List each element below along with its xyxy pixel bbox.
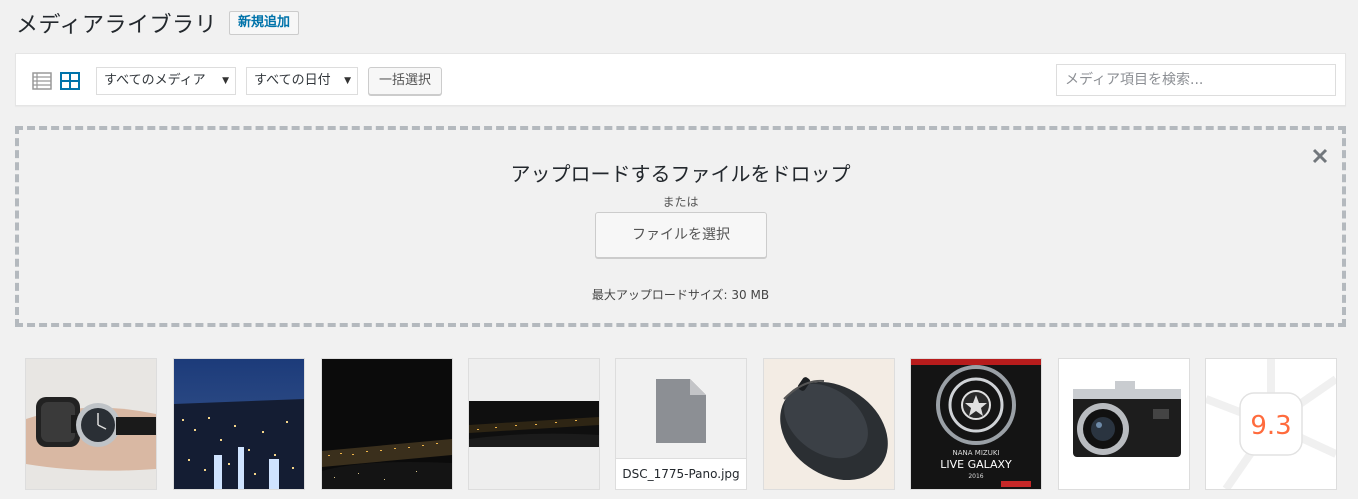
date-filter-value: すべての日付 [254, 73, 331, 88]
media-item-smartwatch[interactable] [25, 358, 157, 490]
drop-instructions: アップロードするファイルをドロップ [510, 162, 851, 186]
panorama-thumbnail [469, 359, 599, 489]
city-night-thumbnail [174, 359, 304, 489]
media-type-filter[interactable]: すべてのメディア ▼ [96, 67, 236, 95]
media-item-concert-poster[interactable]: NANA MIZUKI LIVE GALAXY 2016 [910, 358, 1042, 490]
grid-view-icon[interactable] [60, 72, 80, 90]
media-item-night-coastline[interactable] [321, 358, 453, 490]
media-type-filter-value: すべてのメディア [104, 73, 206, 88]
add-new-button[interactable]: 新規追加 [228, 11, 299, 35]
select-files-button[interactable]: ファイルを選択 [595, 212, 767, 258]
or-text: または [662, 195, 699, 209]
smartwatch-thumbnail [26, 359, 156, 489]
media-item-mouse[interactable] [763, 358, 895, 490]
media-item-ios-icon[interactable]: 9.3 [1205, 358, 1337, 490]
poster-line-1: NANA MIZUKI [953, 449, 1000, 457]
max-upload-size: 最大アップロードサイズ: 30 MB [591, 288, 770, 302]
date-filter[interactable]: すべての日付 ▼ [246, 67, 358, 95]
upload-dropzone[interactable]: アップロードするファイルをドロップ または ファイルを選択 最大アップロードサイ… [15, 126, 1346, 327]
search-input[interactable] [1056, 64, 1336, 96]
media-item-document[interactable]: DSC_1775-Pano.jpg [615, 358, 747, 490]
ios-badge-text: 9.3 [1250, 411, 1291, 441]
ios-icon-thumbnail: 9.3 [1206, 359, 1336, 489]
page-header: メディアライブラリ 新規追加 [16, 6, 299, 40]
bulk-select-button[interactable]: 一括選択 [368, 67, 442, 95]
media-item-camera[interactable] [1058, 358, 1190, 490]
media-toolbar: すべてのメディア ▼ すべての日付 ▼ 一括選択 [15, 53, 1346, 106]
concert-poster-thumbnail: NANA MIZUKI LIVE GALAXY 2016 [911, 359, 1041, 489]
page-title: メディアライブラリ [16, 13, 217, 38]
night-coastline-thumbnail [322, 359, 452, 489]
file-name: DSC_1775-Pano.jpg [616, 458, 746, 489]
poster-line-2: LIVE GALAXY [940, 458, 1012, 471]
media-item-city-night[interactable] [173, 358, 305, 490]
media-item-panorama[interactable] [468, 358, 600, 490]
chevron-down-icon: ▼ [344, 76, 351, 86]
document-icon [656, 379, 706, 443]
mouse-thumbnail [764, 359, 894, 489]
chevron-down-icon: ▼ [222, 76, 229, 86]
list-view-icon[interactable] [32, 72, 52, 90]
camera-thumbnail [1059, 359, 1189, 489]
poster-line-3: 2016 [968, 473, 983, 480]
